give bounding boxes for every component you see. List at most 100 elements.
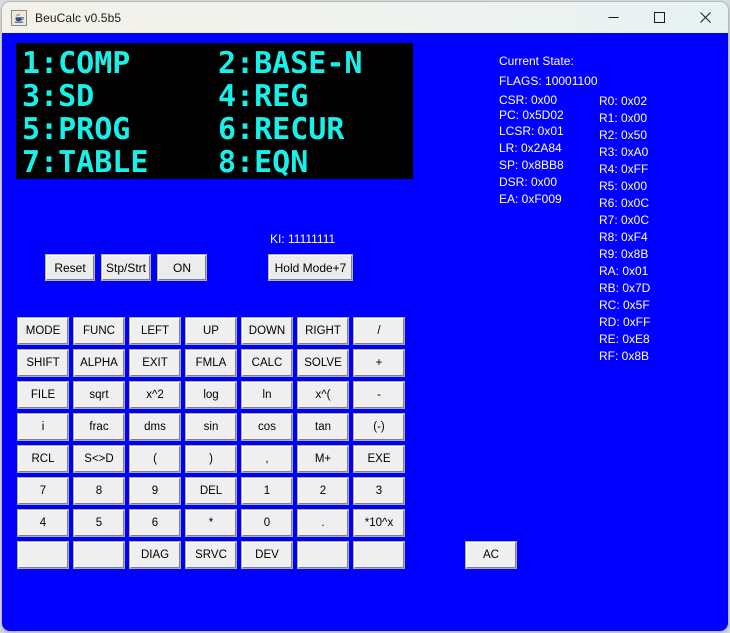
keypad: MODE FUNC LEFT UP DOWN RIGHT / SHIFT ALPHA EXIT FM… xyxy=(18,318,522,574)
register-value: RF: 0x8B xyxy=(599,349,650,363)
key-5[interactable]: 5 xyxy=(74,510,124,536)
state-value: EA: 0xF009 xyxy=(499,192,562,206)
register-value: RD: 0xFF xyxy=(599,315,651,329)
hold-mode-button[interactable]: Hold Mode+7 xyxy=(269,255,352,280)
register-value: R5: 0x00 xyxy=(599,179,648,193)
state-value: CSR: 0x00 xyxy=(499,93,558,107)
on-button[interactable]: ON xyxy=(158,255,206,280)
register-value: RC: 0x5F xyxy=(599,298,650,312)
key-blank-7-0 xyxy=(18,542,68,568)
key-div[interactable]: / xyxy=(354,318,404,344)
key-6[interactable]: 6 xyxy=(130,510,180,536)
key-blank-7-1 xyxy=(74,542,124,568)
lcd-menu-item: 8:EQN xyxy=(218,144,309,179)
key-blank-7-6 xyxy=(354,542,404,568)
key-xpow2[interactable]: x^2 xyxy=(130,382,180,408)
key-fmla[interactable]: FMLA xyxy=(186,350,236,376)
calculator-surface: 1:COMP 2:BASE-N 3:SD 4:REG 5:PROG 6:RECU… xyxy=(2,33,728,631)
key-ac[interactable]: AC xyxy=(466,542,516,568)
key-file[interactable]: FILE xyxy=(18,382,68,408)
key-dms[interactable]: dms xyxy=(130,414,180,440)
step-start-button[interactable]: Stp/Strt xyxy=(102,255,150,280)
key-calc[interactable]: CALC xyxy=(242,350,292,376)
key-mode[interactable]: MODE xyxy=(18,318,68,344)
register-value: R6: 0x0C xyxy=(599,196,650,210)
key-mul10powx[interactable]: *10^x xyxy=(354,510,404,536)
key-up[interactable]: UP xyxy=(186,318,236,344)
key-alpha[interactable]: ALPHA xyxy=(74,350,124,376)
key-dev[interactable]: DEV xyxy=(242,542,292,568)
keypad-row: FILE sqrt x^2 log ln x^(- xyxy=(18,382,522,408)
key-frac[interactable]: frac xyxy=(74,414,124,440)
key-rcl[interactable]: RCL xyxy=(18,446,68,472)
key-parenminusparen[interactable]: (-) xyxy=(354,414,404,440)
key-diag[interactable]: DIAG xyxy=(130,542,180,568)
register-value: R0: 0x02 xyxy=(599,94,648,108)
key-comma[interactable]: , xyxy=(242,446,292,472)
key-3[interactable]: 3 xyxy=(354,478,404,504)
key-dot[interactable]: . xyxy=(298,510,348,536)
reset-button[interactable]: Reset xyxy=(46,255,94,280)
key-left[interactable]: LEFT xyxy=(130,318,180,344)
title-bar: BeuCalc v0.5b5 xyxy=(2,2,728,33)
key-sin[interactable]: sin xyxy=(186,414,236,440)
key-log[interactable]: log xyxy=(186,382,236,408)
key-7[interactable]: 7 xyxy=(18,478,68,504)
state-register-column: R0: 0x02 R1: 0x00 R2: 0x50 R3: 0xA0 R4: 0xFF… xyxy=(599,93,699,365)
register-value: R8: 0xF4 xyxy=(599,230,648,244)
window-controls xyxy=(590,2,728,33)
state-cpu-column: CSR: 0x00 PC: 0x5D02 LCSR: 0x01 LR: 0x2A84 S… xyxy=(499,93,599,365)
key-del[interactable]: DEL xyxy=(186,478,236,504)
key-tan[interactable]: tan xyxy=(298,414,348,440)
key-ln[interactable]: ln xyxy=(242,382,292,408)
key-sswapd[interactable]: S<>D xyxy=(74,446,124,472)
key-srvc[interactable]: SRVC xyxy=(186,542,236,568)
state-panel: Current State: FLAGS: 10001100 CSR: 0x00… xyxy=(499,53,699,365)
lcd-menu-item: 1:COMP xyxy=(22,45,131,81)
keypad-row: 4 5 6 * 0. *10^x xyxy=(18,510,522,536)
register-value: R2: 0x50 xyxy=(599,128,648,142)
lcd-menu-item: 3:SD xyxy=(22,78,95,114)
state-value: DSR: 0x00 xyxy=(499,175,558,189)
key-i[interactable]: i xyxy=(18,414,68,440)
state-value: LCSR: 0x01 xyxy=(499,124,564,138)
lcd-menu-item: 4:REG xyxy=(218,78,309,114)
key-exit[interactable]: EXIT xyxy=(130,350,180,376)
key-xpowparen[interactable]: x^( xyxy=(298,382,348,408)
key-func[interactable]: FUNC xyxy=(74,318,124,344)
key-plus[interactable]: + xyxy=(354,350,404,376)
key-9[interactable]: 9 xyxy=(130,478,180,504)
key-mul[interactable]: * xyxy=(186,510,236,536)
maximize-icon[interactable] xyxy=(636,2,682,33)
key-8[interactable]: 8 xyxy=(74,478,124,504)
key-blank-7-5 xyxy=(298,542,348,568)
lcd-menu-item: 2:BASE-N xyxy=(218,45,363,81)
keypad-row: SHIFT ALPHA EXIT FMLA CALC SOLVE + xyxy=(18,350,522,376)
key-0[interactable]: 0 xyxy=(242,510,292,536)
register-value: RB: 0x7D xyxy=(599,281,651,295)
key-right[interactable]: RIGHT xyxy=(298,318,348,344)
key-minus[interactable]: - xyxy=(354,382,404,408)
key-sqrt[interactable]: sqrt xyxy=(74,382,124,408)
key-solve[interactable]: SOLVE xyxy=(298,350,348,376)
keypad-row: DIAG SRVC DEV AC xyxy=(18,542,522,568)
ki-status-label: KI: 11111111 xyxy=(270,232,336,246)
lcd-row: 1:COMP 2:BASE-N xyxy=(22,45,411,81)
key-mplus[interactable]: M+ xyxy=(298,446,348,472)
key-exe[interactable]: EXE xyxy=(354,446,404,472)
minimize-icon[interactable] xyxy=(590,2,636,33)
key-paren[interactable]: ( xyxy=(130,446,180,472)
register-value: R3: 0xA0 xyxy=(599,145,649,159)
register-value: R7: 0x0C xyxy=(599,213,650,227)
key-shift[interactable]: SHIFT xyxy=(18,350,68,376)
key-paren[interactable]: ) xyxy=(186,446,236,472)
key-2[interactable]: 2 xyxy=(298,478,348,504)
key-4[interactable]: 4 xyxy=(18,510,68,536)
register-value: R4: 0xFF xyxy=(599,162,649,176)
register-value: R9: 0x8B xyxy=(599,247,649,261)
key-down[interactable]: DOWN xyxy=(242,318,292,344)
key-1[interactable]: 1 xyxy=(242,478,292,504)
key-cos[interactable]: cos xyxy=(242,414,292,440)
register-value: RE: 0xE8 xyxy=(599,332,650,346)
close-icon[interactable] xyxy=(682,2,728,33)
